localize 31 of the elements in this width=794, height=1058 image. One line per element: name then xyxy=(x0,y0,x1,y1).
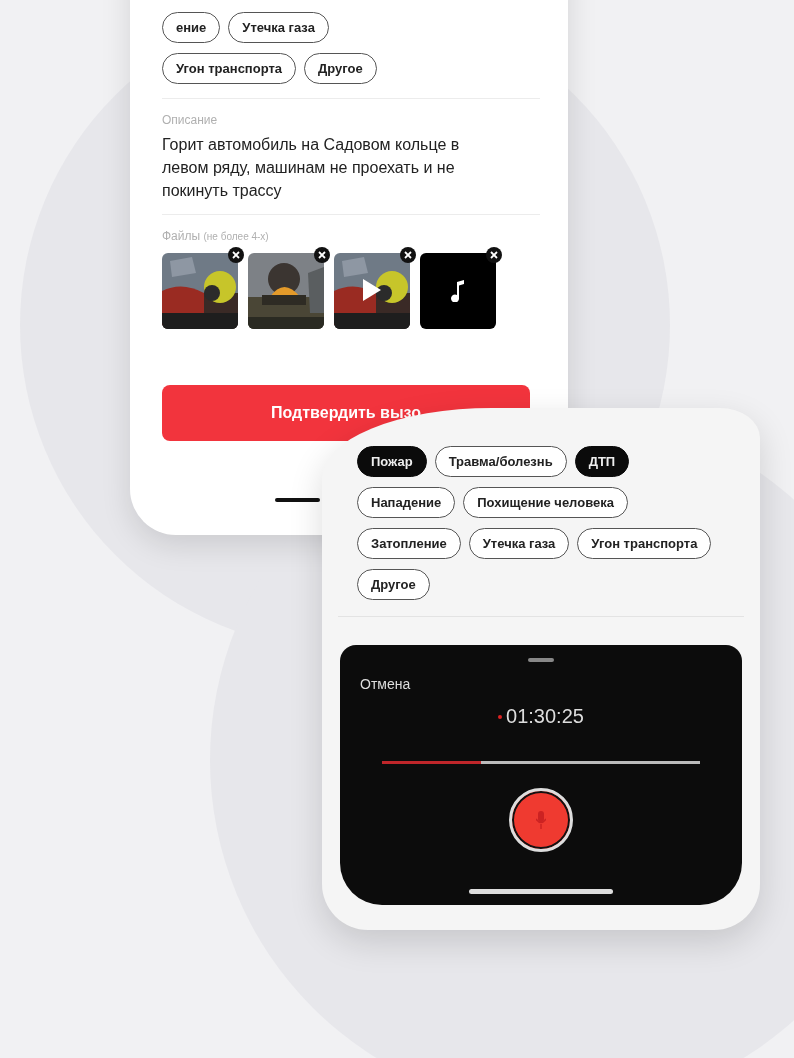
category-chip[interactable]: Похищение человека xyxy=(463,487,628,518)
category-chip[interactable]: ение xyxy=(162,12,221,43)
category-chip[interactable]: Угон транспорта xyxy=(162,53,297,84)
category-chip[interactable]: Другое xyxy=(357,569,430,600)
hint-text: (не более 4-х) xyxy=(203,231,269,242)
cancel-link[interactable]: Отмена xyxy=(360,676,411,692)
category-chip[interactable]: Затопление xyxy=(357,528,461,559)
record-button[interactable] xyxy=(509,788,573,852)
category-chip[interactable]: ДТП xyxy=(574,446,630,477)
recording-dot-icon xyxy=(498,714,503,719)
timer-text: 01:30:25 xyxy=(506,705,584,728)
field-label: Файлы xyxy=(162,229,201,243)
close-icon[interactable] xyxy=(228,247,244,263)
field-label: Описание xyxy=(162,113,219,127)
category-chip[interactable]: Травма/болезнь xyxy=(434,446,567,477)
category-chip[interactable]: Нападение xyxy=(357,487,456,518)
close-icon[interactable] xyxy=(486,247,502,263)
category-chip[interactable]: Угон транспорта xyxy=(577,528,712,559)
audio-file-tile[interactable] xyxy=(420,253,496,329)
description-text[interactable]: Горит автомобиль на Садовом кольце в левом ряду, машинам не проехать и не покинуть трассу xyxy=(162,133,507,202)
drag-handle[interactable] xyxy=(528,658,554,662)
category-chip[interactable]: Утечка газа xyxy=(468,528,570,559)
home-indicator xyxy=(275,498,320,502)
close-icon[interactable] xyxy=(314,247,330,263)
play-icon[interactable] xyxy=(363,279,381,301)
category-chip[interactable]: Пожар xyxy=(357,446,427,477)
microphone-icon xyxy=(536,811,546,829)
category-chip[interactable]: Утечка газа xyxy=(228,12,329,43)
music-note-icon xyxy=(451,280,465,302)
close-icon[interactable] xyxy=(400,247,416,263)
category-chip[interactable]: Другое xyxy=(304,53,377,84)
